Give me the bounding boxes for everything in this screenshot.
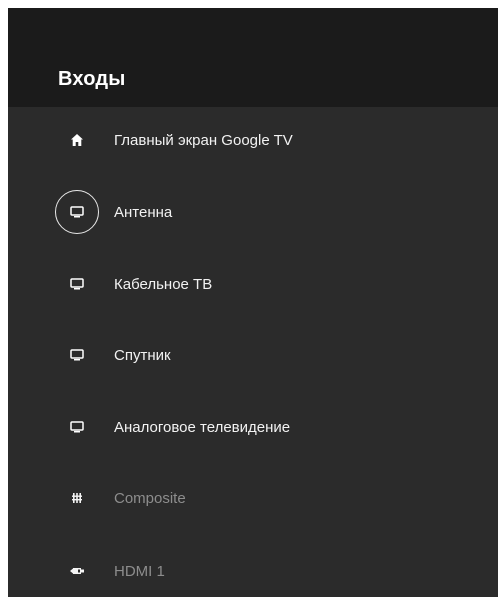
tv-icon: [55, 262, 99, 306]
page-title: Входы: [58, 68, 126, 90]
input-item-google-tv-home[interactable]: Главный экран Google TV: [8, 118, 498, 162]
input-item-satellite[interactable]: Спутник: [8, 333, 498, 377]
input-item-label: Composite: [114, 489, 186, 507]
input-item-label: Антенна: [114, 203, 173, 221]
input-item-label: Аналоговое телевидение: [114, 418, 291, 436]
input-item-label: Спутник: [114, 346, 171, 364]
tv-icon: [55, 333, 99, 377]
panel-header: Входы: [8, 8, 498, 107]
input-item-hdmi-1[interactable]: HDMI 1: [8, 549, 498, 593]
hdmi-icon: [55, 549, 99, 593]
input-item-cable-tv[interactable]: Кабельное ТВ: [8, 262, 498, 306]
input-item-antenna[interactable]: Антенна: [8, 190, 498, 234]
tv-icon: [55, 190, 99, 234]
input-item-composite[interactable]: Composite: [8, 476, 498, 520]
composite-icon: [55, 476, 99, 520]
tv-icon: [55, 405, 99, 449]
inputs-panel: Входы Главный экран Google TV Антенна Ка…: [8, 8, 498, 597]
input-item-analog-tv[interactable]: Аналоговое телевидение: [8, 405, 498, 449]
input-item-label: HDMI 1: [114, 562, 165, 580]
home-icon: [55, 118, 99, 162]
input-item-label: Кабельное ТВ: [114, 275, 213, 293]
input-item-label: Главный экран Google TV: [114, 131, 293, 149]
